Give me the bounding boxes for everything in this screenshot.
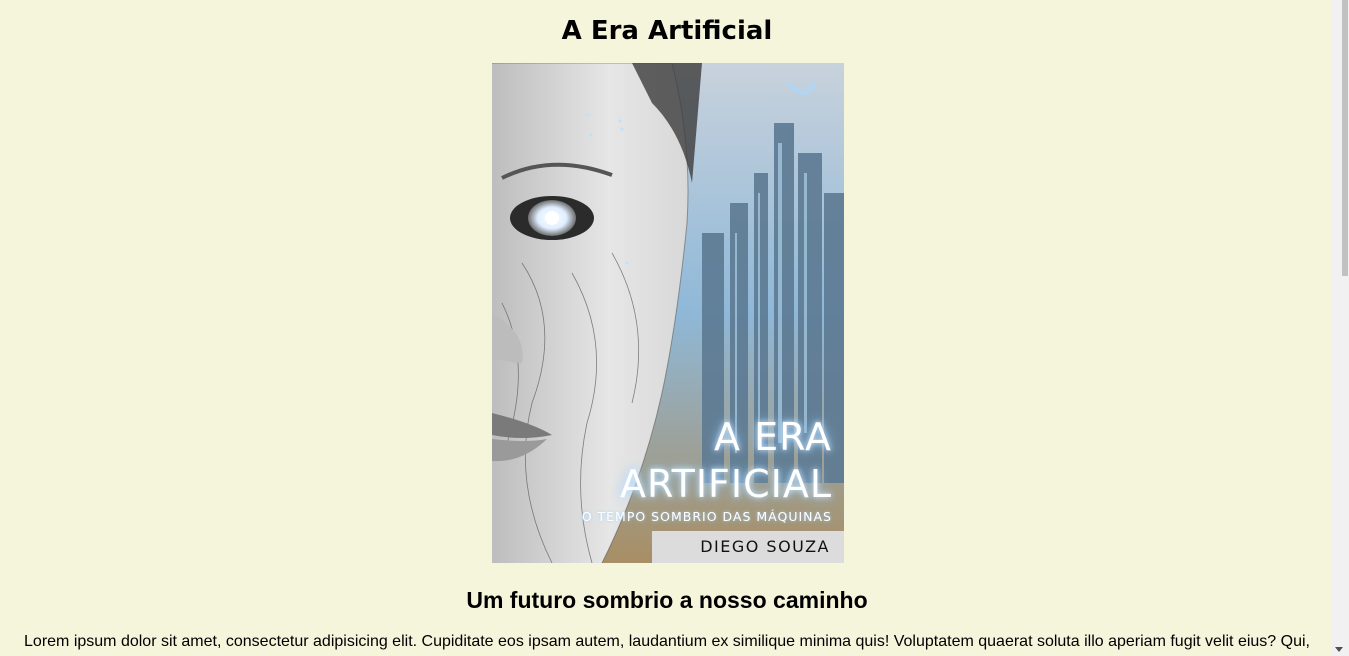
scrollbar-thumb[interactable] bbox=[1342, 0, 1348, 276]
vertical-scrollbar[interactable] bbox=[1332, 0, 1349, 656]
body-paragraph: Lorem ipsum dolor sit amet, consectetur … bbox=[24, 633, 1310, 650]
section-heading: Um futuro sombrio a nosso caminho bbox=[466, 587, 868, 613]
cover-title-line1: A ERA bbox=[714, 415, 832, 459]
cover-author: DIEGO SOUZA bbox=[700, 537, 830, 556]
page-content: A Era Artificial A ERA ARTIFICIAL O TEMP… bbox=[0, 0, 1332, 656]
book-cover-image: A ERA ARTIFICIAL O TEMPO SOMBRIO DAS MÁQ… bbox=[492, 63, 844, 563]
chevron-down-icon[interactable] bbox=[1335, 647, 1343, 652]
cover-title-line2: ARTIFICIAL bbox=[619, 462, 832, 506]
cover-subtitle: O TEMPO SOMBRIO DAS MÁQUINAS bbox=[581, 509, 832, 524]
page-title: A Era Artificial bbox=[561, 16, 773, 46]
cover-author-band: DIEGO SOUZA bbox=[652, 531, 844, 563]
